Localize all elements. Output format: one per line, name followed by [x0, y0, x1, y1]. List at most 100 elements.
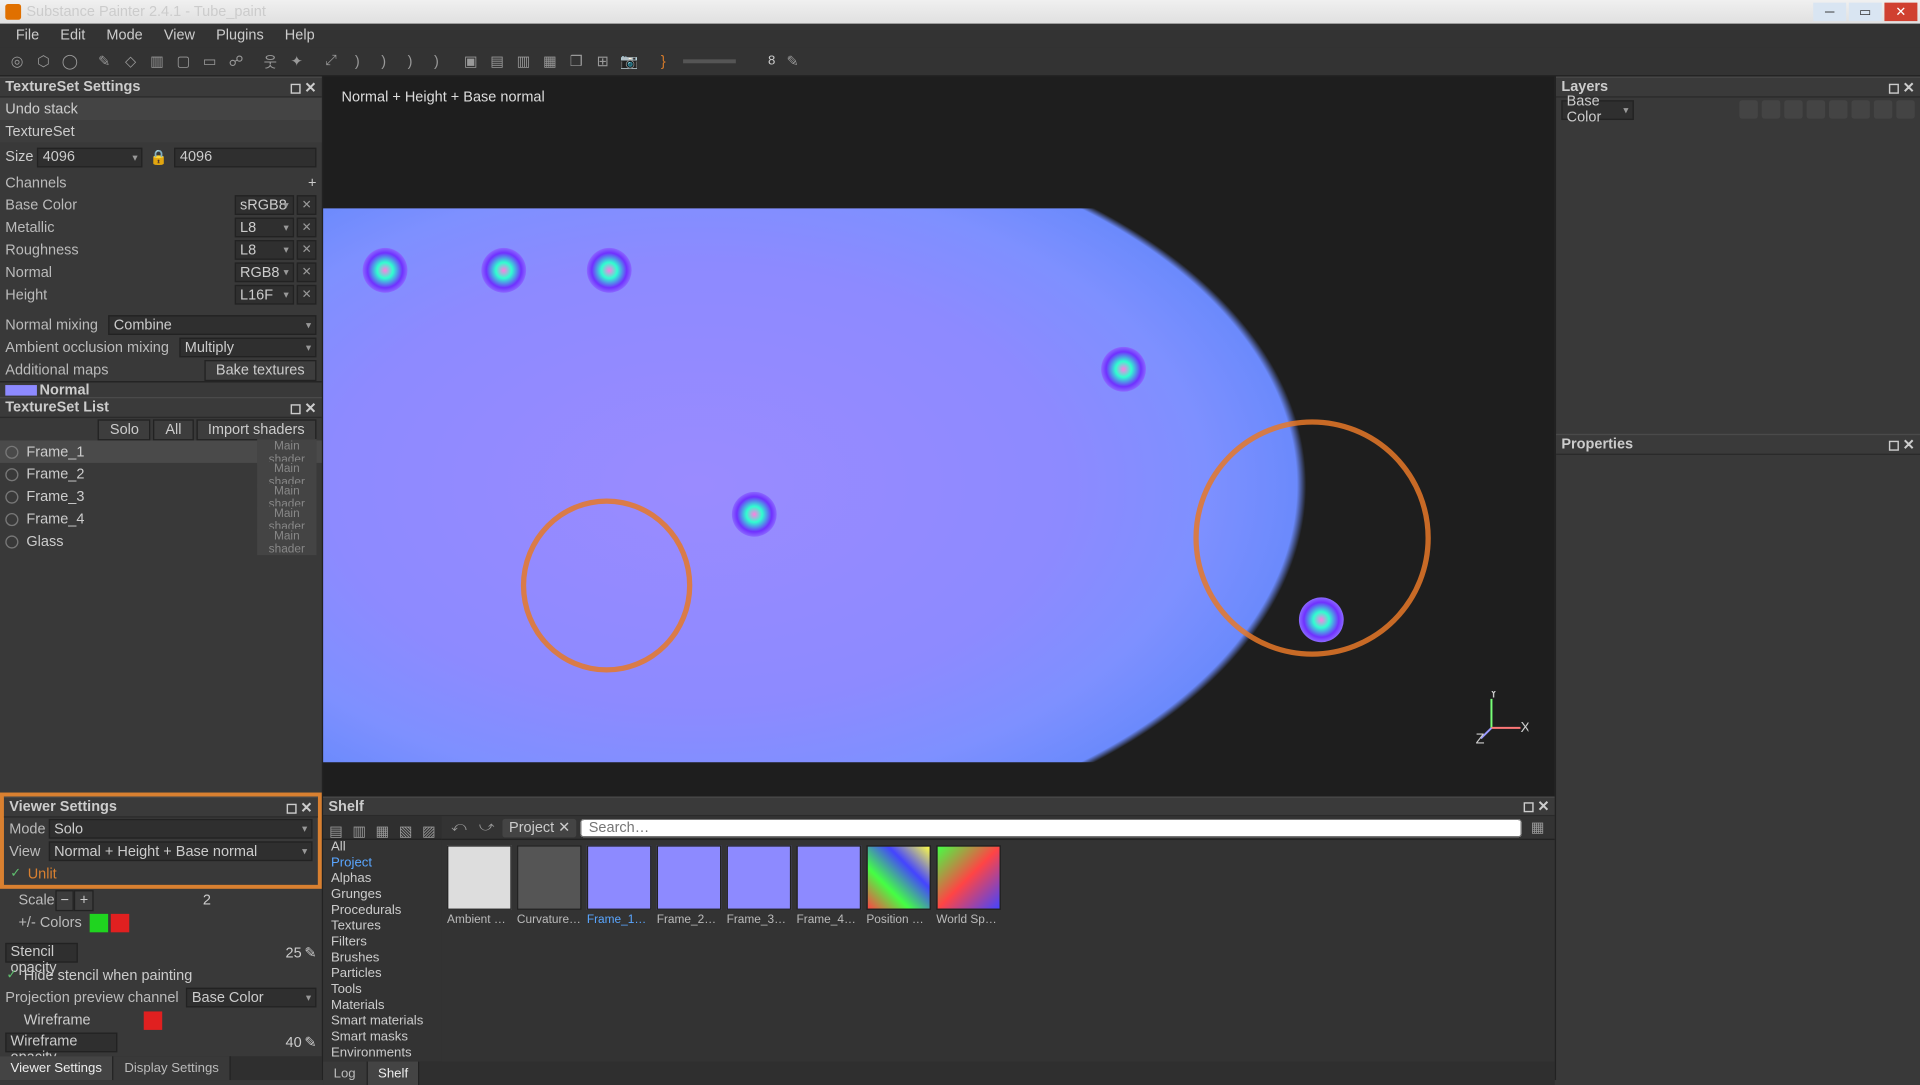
circle-icon[interactable]: ◯ — [58, 49, 82, 73]
pencil-icon[interactable]: ✎ — [304, 1034, 316, 1051]
panel-close-icon[interactable]: ✕ — [1537, 798, 1549, 815]
shelf-thumb-curvature[interactable]: Curvature Fr… — [517, 845, 582, 925]
solo-button[interactable]: Solo — [98, 419, 151, 440]
shelf-cat-particles[interactable]: Particles — [327, 967, 438, 983]
channel-normal-format[interactable]: RGB8 — [235, 262, 294, 282]
all-button[interactable]: All — [153, 419, 193, 440]
import-shaders-button[interactable]: Import shaders — [196, 419, 316, 440]
panel-undock-icon[interactable]: ◻ — [1888, 436, 1900, 453]
panel-close-icon[interactable]: ✕ — [304, 78, 316, 95]
shelf-cat-project[interactable]: Project — [327, 856, 438, 872]
shelf-search-input[interactable] — [581, 818, 1522, 836]
visibility-toggle-icon[interactable] — [5, 535, 18, 548]
hide-stencil-checkbox[interactable]: ✓ — [5, 969, 18, 982]
symmetry2-icon[interactable]: ) — [372, 49, 396, 73]
remove-channel-icon[interactable]: ✕ — [297, 285, 317, 305]
eraser-icon[interactable]: ◇ — [119, 49, 143, 73]
menu-help[interactable]: Help — [274, 28, 325, 44]
remove-channel-icon[interactable]: ✕ — [297, 195, 317, 215]
menu-edit[interactable]: Edit — [50, 28, 96, 44]
menu-view[interactable]: View — [153, 28, 205, 44]
wireframe-color-swatch[interactable] — [143, 1011, 161, 1029]
shelf-cat-tools[interactable]: Tools — [327, 982, 438, 998]
view4-icon[interactable]: ▦ — [538, 49, 562, 73]
shelf-cat-grunges[interactable]: Grunges — [327, 887, 438, 903]
grid-icon[interactable]: ⊞ — [591, 49, 615, 73]
shelf-thumb-worldspace[interactable]: World Spac… — [936, 845, 1001, 925]
textureset-item-frame2[interactable]: Frame_2Main shader — [0, 463, 322, 485]
panel-close-icon[interactable]: ✕ — [1903, 78, 1915, 95]
size-select[interactable]: 4096 — [37, 147, 142, 167]
camera-icon[interactable]: 📷 — [617, 49, 641, 73]
hexagon-icon[interactable]: ⬡ — [32, 49, 56, 73]
shelf-cat-all[interactable]: All — [327, 840, 438, 856]
shelf-back-icon[interactable]: ⤺ — [447, 816, 471, 840]
textureset-name[interactable]: TextureSet — [5, 123, 74, 139]
add-channel-button[interactable]: + — [308, 175, 316, 191]
panel-close-icon[interactable]: ✕ — [1903, 436, 1915, 453]
shelf-thumb-frame1-normal[interactable]: Frame_1_No… — [587, 845, 652, 925]
shelf-cat-smart-materials[interactable]: Smart materials — [327, 1014, 438, 1030]
minimize-button[interactable]: ─ — [1813, 3, 1846, 21]
edit-icon[interactable]: ✎ — [781, 49, 805, 73]
properties-header[interactable]: Properties ◻✕ — [1556, 434, 1920, 455]
textureset-item-glass[interactable]: GlassMain shader — [0, 530, 322, 552]
textureset-item-frame1[interactable]: Frame_1Main shader — [0, 440, 322, 462]
shelf-header[interactable]: Shelf ◻✕ — [323, 796, 1555, 816]
blend-mode-select[interactable]: Base Color — [1561, 100, 1634, 120]
smart-mask-icon[interactable] — [1807, 100, 1825, 118]
panel-close-icon[interactable]: ✕ — [304, 399, 316, 416]
shelf-thumb-frame2-normal[interactable]: Frame_2_No… — [657, 845, 722, 925]
tab-shelf[interactable]: Shelf — [368, 1062, 420, 1085]
textureset-item-frame3[interactable]: Frame_3Main shader — [0, 485, 322, 507]
shelf-fwd-icon[interactable]: ⤻ — [475, 816, 499, 840]
pencil-icon[interactable]: ✎ — [304, 944, 316, 961]
shelf-cat-textures[interactable]: Textures — [327, 919, 438, 935]
channel-height-format[interactable]: L16F — [235, 285, 294, 305]
render-icon[interactable]: ◎ — [5, 49, 29, 73]
particle-icon[interactable]: ✦ — [285, 49, 309, 73]
group-icon[interactable] — [1874, 100, 1892, 118]
visibility-toggle-icon[interactable] — [5, 512, 18, 525]
3d-viewport[interactable]: Normal + Height + Base normal Y X Z — [323, 76, 1555, 796]
view3-icon[interactable]: ▥ — [512, 49, 536, 73]
shelf-grid-icon[interactable]: ▦ — [1526, 816, 1550, 840]
curly-icon[interactable]: } — [651, 49, 675, 73]
shader-button[interactable]: Main shader — [257, 528, 316, 554]
picker-icon[interactable]: ⤢ — [319, 49, 343, 73]
brush-size-slider[interactable] — [683, 59, 736, 63]
symmetry1-icon[interactable]: ) — [345, 49, 369, 73]
symmetry3-icon[interactable]: ) — [398, 49, 422, 73]
tab-viewer-settings[interactable]: Viewer Settings — [0, 1056, 114, 1080]
shelf-thumb-frame3-normal[interactable]: Frame_3_No… — [727, 845, 792, 925]
visibility-toggle-icon[interactable] — [5, 467, 18, 480]
shelf-thumb-frame4-normal[interactable]: Frame_4_No… — [796, 845, 861, 925]
folder-icon[interactable] — [1851, 100, 1869, 118]
shelf-tag-project[interactable]: Project✕ — [502, 818, 576, 836]
lock-icon[interactable]: 🔒 — [147, 145, 171, 169]
delete-layer-icon[interactable] — [1896, 100, 1914, 118]
shelf-thumb-position[interactable]: Position Fra… — [866, 845, 931, 925]
pos-color-swatch[interactable] — [90, 913, 108, 931]
cube-icon[interactable]: ❒ — [564, 49, 588, 73]
wireframe-opacity-field[interactable]: Wireframe opacity — [5, 1033, 117, 1053]
shelf-cat-brushes[interactable]: Brushes — [327, 951, 438, 967]
shelf-cat-alphas[interactable]: Alphas — [327, 872, 438, 888]
shelf-cat-materials[interactable]: Materials — [327, 998, 438, 1014]
shelf-thumb-ao[interactable]: Ambient Oc… — [447, 845, 512, 925]
projection-icon[interactable]: ▥ — [145, 49, 169, 73]
panel-undock-icon[interactable]: ◻ — [1523, 798, 1535, 815]
shelf-cat-procedurals[interactable]: Procedurals — [327, 903, 438, 919]
scale-minus-button[interactable]: − — [55, 890, 74, 911]
neg-color-swatch[interactable] — [111, 913, 129, 931]
brush-icon[interactable]: ✎ — [92, 49, 116, 73]
view2-icon[interactable]: ▤ — [485, 49, 509, 73]
panel-close-icon[interactable]: ✕ — [300, 799, 312, 816]
menu-plugins[interactable]: Plugins — [206, 28, 275, 44]
bake-textures-button[interactable]: Bake textures — [204, 359, 316, 380]
textureset-item-frame4[interactable]: Frame_4Main shader — [0, 508, 322, 530]
close-button[interactable]: ✕ — [1884, 3, 1917, 21]
remove-channel-icon[interactable]: ✕ — [297, 218, 317, 238]
channel-metallic-format[interactable]: L8 — [235, 218, 294, 238]
panel-undock-icon[interactable]: ◻ — [290, 78, 302, 95]
